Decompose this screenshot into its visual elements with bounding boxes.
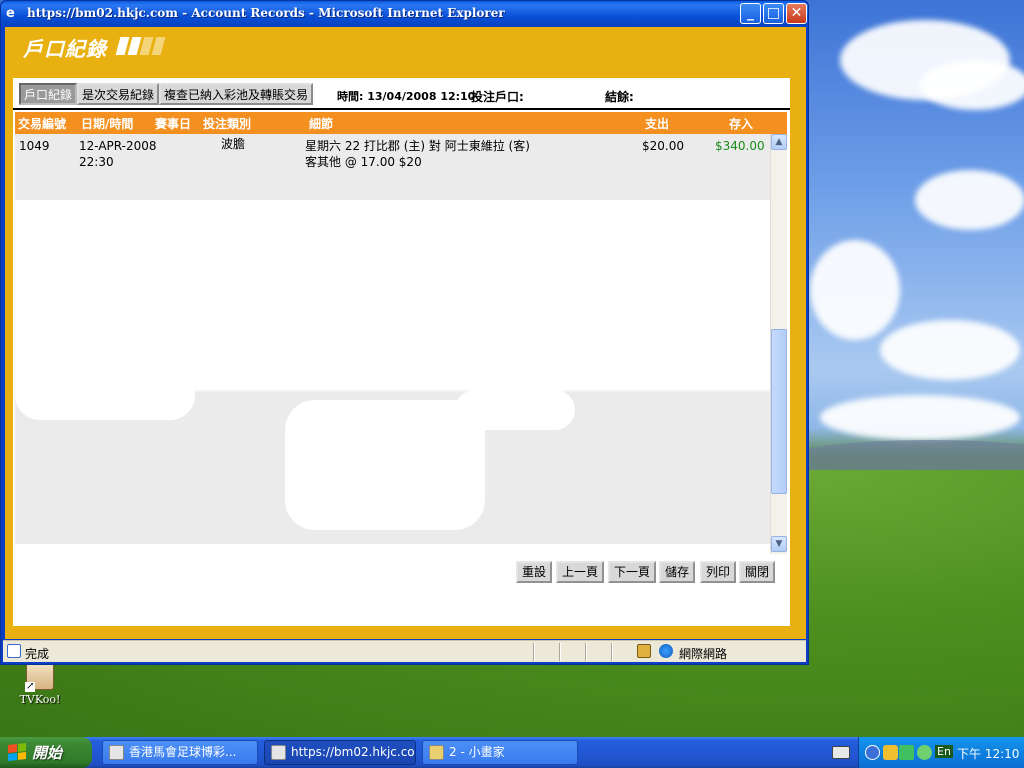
erased-area	[15, 370, 195, 420]
taskbar: 開始 香港馬會足球博彩... https://bm02.hkjc.com ...…	[0, 737, 1024, 768]
col-debit: 支出	[645, 117, 670, 131]
title-bar[interactable]: e https://bm02.hkjc.com - Account Record…	[1, 1, 808, 27]
divider	[13, 108, 790, 110]
time-label: 時間: 13/04/2008 12:10	[337, 90, 476, 103]
cell-detail-line2: 客其他 @ 17.00 $20	[305, 155, 422, 169]
maximize-button[interactable]: □	[763, 3, 784, 24]
close-button[interactable]: 關閉	[739, 561, 776, 583]
account-label: 投注戶口:	[471, 90, 524, 104]
col-details: 細節	[309, 117, 334, 131]
messenger-icon[interactable]	[917, 745, 932, 760]
language-indicator[interactable]: En	[935, 745, 953, 758]
desktop-icon-tvkoo[interactable]: TVKoo!	[18, 662, 62, 706]
cloud	[880, 320, 1020, 380]
task-ie-account-records[interactable]: https://bm02.hkjc.com ...	[264, 740, 416, 765]
footer-buttons: 重設 上一頁 下一頁 儲存 列印 關閉	[13, 561, 790, 583]
security-shield-icon[interactable]	[883, 745, 898, 760]
balance-label: 結餘:	[605, 90, 634, 104]
cell-time: 22:30	[79, 155, 114, 169]
header-stripes	[115, 37, 166, 55]
flag-quad	[17, 751, 26, 760]
flag-quad	[17, 743, 26, 752]
ie-icon	[271, 745, 286, 760]
zone-text: 網際網路	[679, 647, 728, 661]
globe-icon	[659, 644, 673, 658]
cell-txn-no: 1049	[19, 139, 50, 153]
cloud	[810, 240, 900, 340]
scroll-down-icon[interactable]: ▼	[771, 536, 787, 552]
tab-last-transactions[interactable]: 是次交易紀錄	[77, 83, 160, 105]
task-paint[interactable]: 2 - 小畫家	[422, 740, 578, 765]
tvkoo-icon	[25, 662, 54, 692]
reset-button[interactable]: 重設	[516, 561, 553, 583]
table-empty-area	[15, 200, 770, 544]
erased-area	[285, 400, 485, 530]
tab-account-records[interactable]: 戶口紀錄	[19, 83, 78, 105]
col-datetime: 日期/時間	[81, 117, 134, 131]
start-label: 開始	[32, 744, 63, 762]
page-frame: 戶口紀錄 戶口紀錄 是次交易紀錄 複查已納入彩池及轉賬交易 時間: 13/04/…	[5, 27, 806, 639]
table-header: 交易編號 日期/時間 賽事日 投注類別 細節 支出 存入	[15, 112, 787, 134]
task-label: https://bm02.hkjc.com ...	[291, 745, 416, 759]
status-bar: 完成 網際網路	[3, 640, 806, 662]
minimize-button[interactable]: _	[740, 3, 761, 24]
cell-debit: $20.00	[642, 139, 684, 153]
ie-icon: e	[6, 6, 15, 21]
divider	[611, 643, 613, 661]
show-hidden-icons-icon[interactable]	[865, 745, 880, 760]
prev-page-button[interactable]: 上一頁	[556, 561, 605, 583]
records-panel: 戶口紀錄 是次交易紀錄 複查已納入彩池及轉賬交易 時間: 13/04/2008 …	[13, 78, 790, 626]
clock[interactable]: 下午 12:10	[957, 745, 1019, 762]
scroll-up-icon[interactable]: ▲	[771, 134, 787, 150]
cloud	[820, 395, 1020, 440]
print-button[interactable]: 列印	[700, 561, 737, 583]
next-page-button[interactable]: 下一頁	[608, 561, 657, 583]
save-button[interactable]: 儲存	[659, 561, 696, 583]
task-label: 香港馬會足球博彩...	[129, 745, 237, 759]
lock-icon	[637, 644, 651, 658]
cell-date: 12-APR-2008	[79, 139, 157, 153]
records-toolbar: 戶口紀錄 是次交易紀錄 複查已納入彩池及轉賬交易 時間: 13/04/2008 …	[19, 83, 785, 109]
scroll-thumb[interactable]	[771, 329, 787, 494]
keyboard-icon[interactable]	[832, 746, 850, 759]
status-text: 完成	[25, 647, 50, 661]
divider	[559, 643, 561, 661]
erased-area	[455, 390, 575, 430]
divider	[585, 643, 587, 661]
col-txn-no: 交易編號	[18, 117, 67, 131]
task-label: 2 - 小畫家	[449, 745, 505, 759]
desktop-icon-label: TVKoo!	[19, 693, 61, 706]
vertical-scrollbar[interactable]: ▲ ▼	[770, 134, 787, 554]
cloud	[920, 60, 1024, 110]
task-hkjc-football[interactable]: 香港馬會足球博彩...	[102, 740, 258, 765]
close-window-button[interactable]: ✕	[786, 3, 807, 24]
stripe-decoration	[151, 37, 166, 55]
col-credit: 存入	[729, 117, 754, 131]
page-done-icon	[7, 644, 21, 658]
window-title: https://bm02.hkjc.com - Account Records …	[27, 6, 505, 20]
network-icon[interactable]	[899, 745, 914, 760]
cloud	[915, 170, 1024, 230]
windows-flag-icon	[8, 743, 26, 761]
tab-pool-transfer[interactable]: 複查已納入彩池及轉賬交易	[159, 83, 314, 105]
flag-quad	[8, 744, 17, 753]
start-button[interactable]: 開始	[0, 737, 92, 768]
divider	[533, 643, 535, 661]
cell-credit: $340.00	[715, 139, 765, 153]
col-bet-type: 投注類別	[203, 117, 252, 131]
ie-window: e https://bm02.hkjc.com - Account Record…	[0, 0, 809, 665]
cell-detail-line1: 星期六 22 打比郡 (主) 對 阿士東維拉 (客)	[305, 139, 530, 153]
paint-icon	[429, 745, 444, 760]
table-row[interactable]: 1049 12-APR-2008 22:30 波膽 星期六 22 打比郡 (主)…	[15, 134, 770, 200]
ie-icon	[109, 745, 124, 760]
flag-quad	[8, 752, 17, 761]
col-match-day: 賽事日	[155, 117, 192, 131]
table-body: 1049 12-APR-2008 22:30 波膽 星期六 22 打比郡 (主)…	[15, 134, 770, 544]
browser-content: 戶口紀錄 戶口紀錄 是次交易紀錄 複查已納入彩池及轉賬交易 時間: 13/04/…	[5, 27, 806, 639]
page-title: 戶口紀錄	[23, 37, 107, 61]
system-tray: En 下午 12:10	[858, 737, 1024, 768]
cell-bet-type: 波膽	[221, 137, 246, 151]
